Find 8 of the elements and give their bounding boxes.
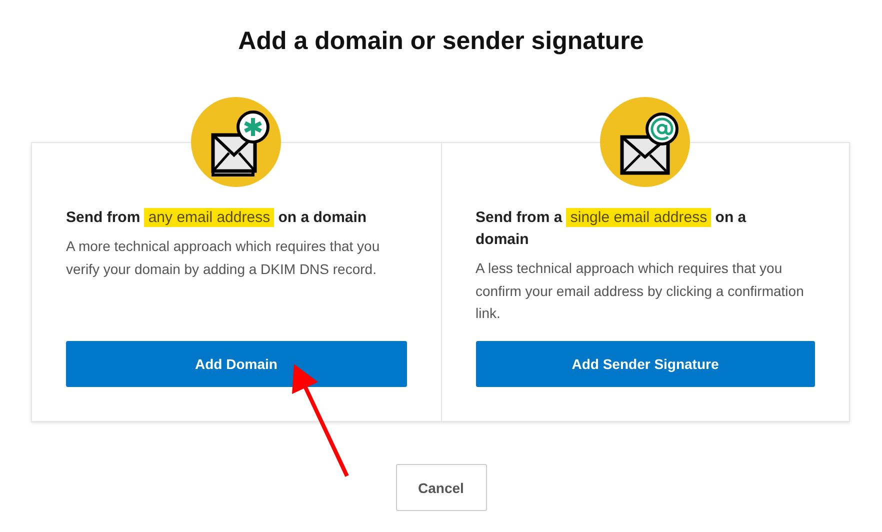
cancel-button[interactable]: Cancel [396,464,486,511]
option-description: A more technical approach which requires that you verify your domain by adding a DKIM DNS record. [66,237,381,279]
option-heading: Send from a single email address on a domain [476,207,748,250]
option-description: A less technical approach which requires that you confirm your email address by clicking a confirmation link. [476,259,805,323]
option-heading: Send from any email address on a domain [66,207,368,229]
page-title: Add a domain or sender signature [237,27,645,56]
add-button[interactable]: Add Domain [66,341,406,387]
add-button[interactable]: Add Sender Signature [476,341,815,387]
